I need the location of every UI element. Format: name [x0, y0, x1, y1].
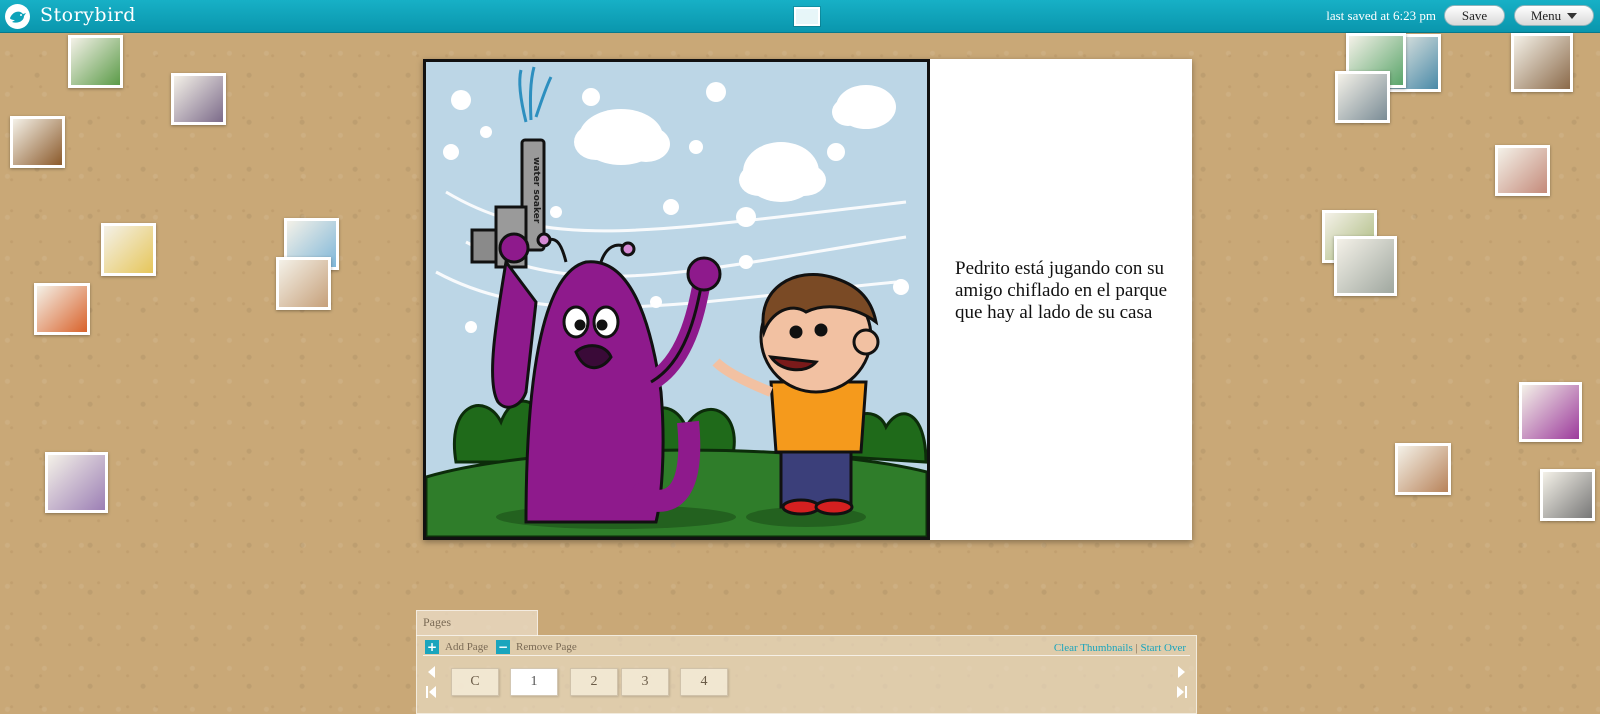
thumb-robot-heart[interactable] — [1540, 469, 1595, 521]
thumb-cat-wine[interactable] — [1511, 33, 1573, 92]
thumbnail-image — [1398, 446, 1448, 492]
next-page-arrow-icon[interactable] — [1176, 664, 1188, 680]
chevron-down-icon — [1567, 12, 1578, 19]
thumb-robot-sunset[interactable] — [34, 283, 90, 335]
minus-icon: − — [496, 640, 510, 654]
thumb-bear-forest[interactable] — [171, 73, 226, 125]
page-thumb-1[interactable]: 1 — [510, 668, 558, 696]
thumbnail-image — [1514, 36, 1570, 89]
last-page-arrow-icon[interactable] — [1176, 684, 1188, 700]
thumb-ice-cream-shop[interactable] — [101, 223, 156, 276]
thumb-elephant-car[interactable] — [1334, 236, 1397, 296]
link-separator: | — [1135, 642, 1138, 654]
pages-panel: + Add Page − Remove Page Clear Thumbnail… — [416, 635, 1197, 714]
thumbnail-image — [48, 455, 105, 510]
thumb-monster-boy[interactable] — [1519, 382, 1582, 442]
page-illustration[interactable]: water soaker — [423, 59, 930, 540]
view-toggle-button[interactable] — [790, 3, 824, 30]
remove-page-button[interactable]: − Remove Page — [496, 640, 577, 654]
panel-divider — [423, 655, 1190, 656]
add-page-label: Add Page — [445, 641, 489, 653]
thumbnail-image — [1522, 385, 1579, 439]
thumbnail-image — [279, 260, 328, 307]
page-thumb-4[interactable]: 4 — [680, 668, 728, 696]
panel-links: Clear Thumbnails | Start Over — [1054, 642, 1186, 654]
app-name[interactable]: Storybird — [40, 4, 136, 26]
start-over-link[interactable]: Start Over — [1140, 642, 1186, 654]
thumb-gingerbread[interactable] — [1395, 443, 1451, 495]
thumbnail-image — [13, 119, 62, 165]
page-thumb-2[interactable]: 2 — [570, 668, 618, 696]
thumbnail-image — [1498, 148, 1547, 193]
clear-thumbnails-link[interactable]: Clear Thumbnails — [1054, 642, 1133, 654]
thumbnail-image — [1338, 74, 1387, 120]
remove-page-label: Remove Page — [516, 641, 577, 653]
water-soaker-label: water soaker — [531, 157, 541, 224]
save-status: last saved at 6:23 pm — [1326, 8, 1436, 23]
thumbnail-image — [37, 286, 87, 332]
menu-label: Menu — [1530, 7, 1562, 23]
thumb-gramophone-heart[interactable] — [10, 116, 65, 168]
page-thumb-3[interactable]: 3 — [621, 668, 669, 696]
thumb-car-fishbowl[interactable] — [45, 452, 108, 513]
first-page-arrow-icon[interactable] — [425, 684, 437, 700]
pages-tab[interactable]: Pages — [416, 610, 538, 636]
thumb-city-street[interactable] — [1335, 71, 1390, 123]
add-page-button[interactable]: + Add Page — [425, 640, 488, 654]
page-text[interactable]: Pedrito está jugando con su amigo chifla… — [955, 258, 1170, 324]
thumb-kids-garden[interactable] — [68, 35, 123, 88]
previous-page-arrow-icon[interactable] — [425, 664, 437, 680]
thumbnail-image — [174, 76, 223, 122]
page-thumb-cover[interactable]: C — [451, 668, 499, 696]
top-bar: Storybird last saved at 6:23 pm Save Men… — [0, 0, 1600, 33]
view-mode-icon — [794, 7, 820, 26]
plus-icon: + — [425, 640, 439, 654]
storybird-logo-icon[interactable] — [5, 4, 30, 29]
thumbnail-image — [104, 226, 153, 273]
thumb-robot-pattern[interactable] — [276, 257, 331, 310]
thumbnail-image — [1543, 472, 1592, 518]
thumbnail-image — [1337, 239, 1394, 293]
thumbnail-image — [71, 38, 120, 85]
menu-button[interactable]: Menu — [1514, 5, 1594, 26]
save-button[interactable]: Save — [1444, 5, 1505, 26]
thumb-mustache-man[interactable] — [1495, 145, 1550, 196]
book-page: water soaker Pedrito está jugando con su… — [423, 59, 1192, 540]
